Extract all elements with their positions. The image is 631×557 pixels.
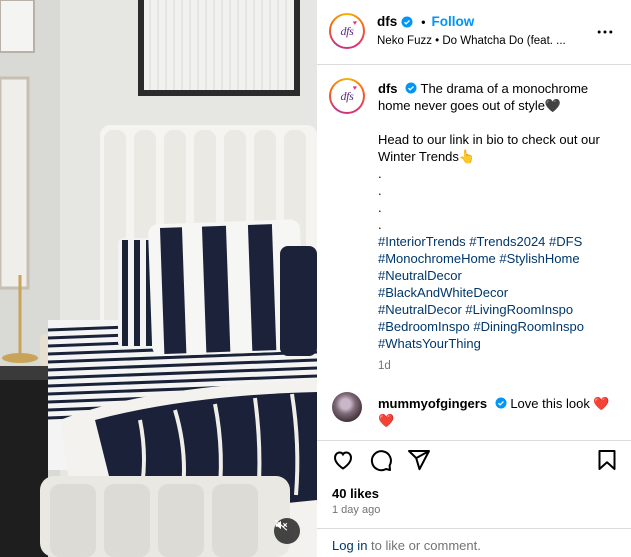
- caption-username[interactable]: dfs: [378, 81, 398, 96]
- bookmark-icon[interactable]: [595, 448, 619, 472]
- heart-icon[interactable]: [331, 448, 355, 472]
- dfs-logo: dfs ♥: [340, 18, 357, 38]
- hashtag-line[interactable]: #NeutralDecor: [378, 267, 618, 284]
- caption-age[interactable]: 1d: [378, 358, 618, 375]
- avatar[interactable]: dfs ♥: [329, 13, 365, 49]
- post-media[interactable]: [0, 0, 317, 557]
- caption-text-line2: Head to our link in bio to check out our…: [378, 132, 600, 164]
- post-header: dfs ♥ dfs • Follow Neko Fuzz • Do Whatcha…: [317, 0, 631, 65]
- caption-avatar[interactable]: dfs ♥: [329, 78, 365, 114]
- login-prompt-text: to like or comment.: [367, 538, 481, 553]
- follow-button[interactable]: Follow: [431, 14, 474, 29]
- caption-dot: .: [378, 217, 382, 232]
- username-link[interactable]: dfs: [377, 14, 397, 29]
- commenter-username[interactable]: mummyofgingers: [378, 396, 487, 411]
- comment-emoji-line: ❤️: [378, 413, 395, 428]
- login-prompt: Log in to like or comment.: [317, 528, 631, 557]
- comment-icon[interactable]: [369, 448, 393, 472]
- comments-section[interactable]: dfs ♥ dfs The drama of a monochrome home …: [317, 66, 631, 440]
- post-caption: dfs The drama of a monochrome home never…: [378, 80, 618, 375]
- audio-track-link[interactable]: Neko Fuzz • Do Whatcha Do (feat. ...: [377, 35, 587, 47]
- caption-dot: .: [378, 183, 382, 198]
- hashtag-line[interactable]: #BlackAndWhiteDecor: [378, 284, 618, 301]
- hashtag-line[interactable]: #InteriorTrends #Trends2024 #DFS: [378, 233, 618, 250]
- verified-badge-icon: [405, 82, 417, 94]
- bedroom-photo: [0, 0, 317, 557]
- dfs-logo: dfs ♥: [340, 83, 357, 103]
- verified-badge-icon: [495, 397, 507, 409]
- hashtag-line[interactable]: #WhatsYourThing: [378, 335, 618, 352]
- mute-toggle-button[interactable]: [274, 518, 300, 544]
- hashtag-line[interactable]: #BedroomInspo #DiningRoomInspo: [378, 318, 618, 335]
- share-icon[interactable]: [407, 448, 431, 472]
- hashtag-list: #InteriorTrends #Trends2024 #DFS #Monoch…: [378, 233, 618, 352]
- hashtag-line[interactable]: #MonochromeHome #StylishHome: [378, 250, 618, 267]
- action-bar: 40 likes 1 day ago Log in to like or com…: [317, 440, 631, 557]
- post-side-panel: dfs ♥ dfs • Follow Neko Fuzz • Do Whatcha…: [317, 0, 631, 557]
- muted-speaker-icon: [274, 519, 288, 531]
- more-options-icon[interactable]: [595, 22, 615, 42]
- hashtag-line[interactable]: #NeutralDecor #LivingRoomInspo: [378, 301, 618, 318]
- verified-badge-icon: [401, 16, 413, 27]
- comment-text: Love this look ❤️: [510, 396, 610, 411]
- post-timestamp[interactable]: 1 day ago: [332, 504, 380, 516]
- separator-dot: •: [421, 14, 426, 29]
- login-link[interactable]: Log in: [332, 538, 367, 553]
- like-count[interactable]: 40 likes: [332, 486, 379, 501]
- caption-dot: .: [378, 200, 382, 215]
- caption-dot: .: [378, 166, 382, 181]
- commenter-avatar[interactable]: [332, 392, 362, 422]
